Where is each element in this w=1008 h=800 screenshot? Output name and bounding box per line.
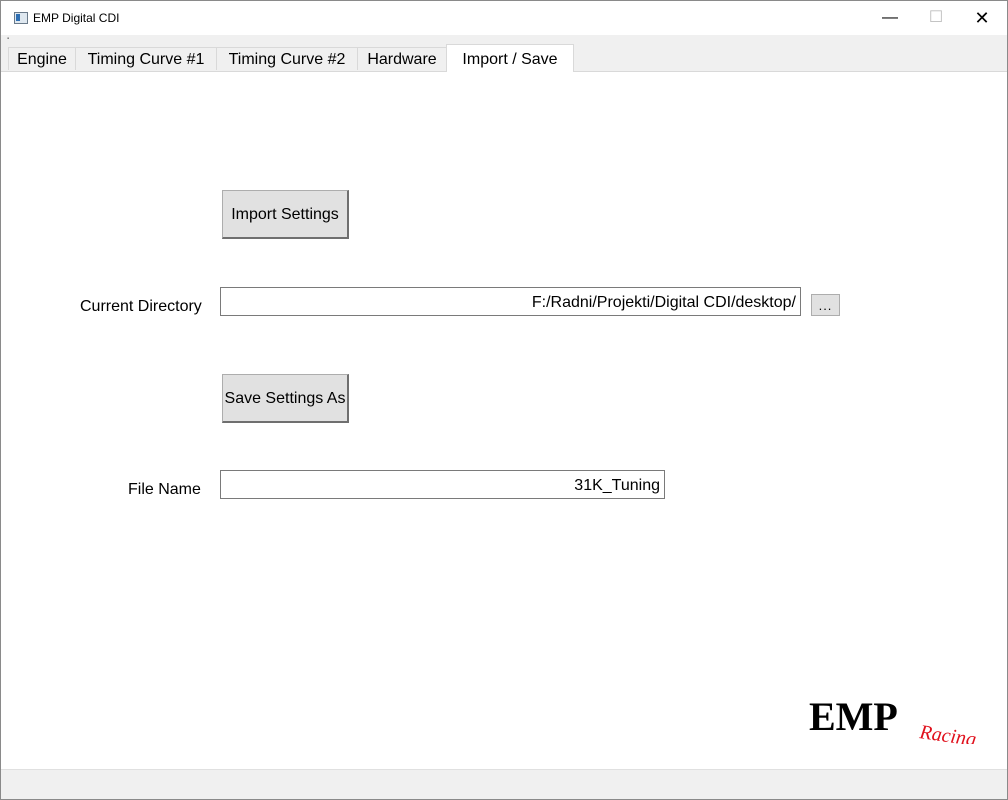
emp-racing-logo: EMP Racing — [809, 694, 979, 751]
tab-hardware[interactable]: Hardware — [357, 47, 447, 70]
browse-button[interactable]: ... — [811, 294, 840, 316]
current-directory-label: Current Directory — [80, 298, 202, 315]
app-window: EMP Digital CDI — ☐ ✕ ▪ Engine Timing Cu… — [0, 0, 1008, 800]
tab-engine[interactable]: Engine — [8, 47, 76, 70]
grip-icon[interactable]: ▪ — [7, 36, 9, 42]
save-settings-as-button[interactable]: Save Settings As — [222, 374, 349, 423]
window-title: EMP Digital CDI — [33, 11, 120, 25]
tab-import-save[interactable]: Import / Save — [446, 44, 574, 72]
minimize-button[interactable]: — — [867, 1, 913, 35]
app-icon — [14, 12, 28, 24]
tab-bar: Engine Timing Curve #1 Timing Curve #2 H… — [1, 43, 1007, 72]
import-save-panel: Import Settings Current Directory F:/Rad… — [6, 72, 1002, 769]
menu-strip: ▪ — [1, 35, 1007, 43]
tab-timing-curve-1[interactable]: Timing Curve #1 — [75, 47, 217, 70]
logo-sub-text: Racing — [917, 721, 977, 744]
logo-main-text: EMP — [809, 698, 898, 739]
current-directory-field[interactable]: F:/Radni/Projekti/Digital CDI/desktop/ — [220, 287, 801, 316]
file-name-label: File Name — [128, 481, 201, 498]
status-bar — [1, 769, 1007, 799]
import-settings-button[interactable]: Import Settings — [222, 190, 349, 239]
logo-graphic: EMP Racing — [809, 694, 977, 751]
maximize-button[interactable]: ☐ — [913, 1, 959, 35]
file-name-field[interactable]: 31K_Tuning — [220, 470, 665, 499]
tab-timing-curve-2[interactable]: Timing Curve #2 — [216, 47, 358, 70]
close-button[interactable]: ✕ — [959, 1, 1005, 35]
title-bar[interactable]: EMP Digital CDI — ☐ ✕ — [1, 1, 1007, 35]
